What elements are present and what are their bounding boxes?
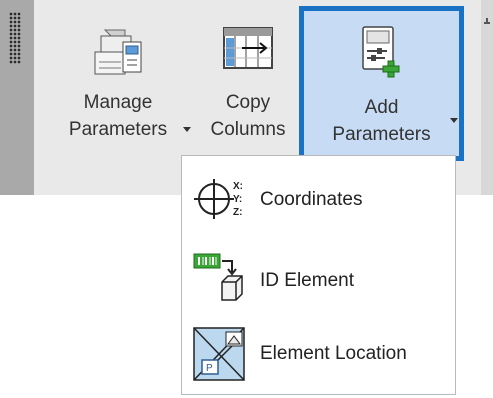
menu-label-id-element: ID Element [260,270,354,291]
copy-label-line1: Copy [225,92,271,113]
add-parameters-menu: X: Y: Z: Coordinates ID Element P Elemen… [181,155,456,395]
add-parameters-icon [359,25,405,86]
panel-grip[interactable] [0,0,34,195]
manage-label-line1: Manage [83,92,153,113]
coord-z-text: Z: [233,207,242,218]
add-label-line2: Parameters [332,124,431,145]
copy-columns-icon [222,22,274,77]
menu-item-coordinates[interactable]: X: Y: Z: Coordinates [182,156,455,232]
copy-columns-button[interactable]: Copy Columns [198,0,298,160]
menu-item-id-element[interactable]: ID Element [182,236,455,312]
manage-parameters-icon [91,22,145,85]
add-dropdown-caret[interactable] [450,118,458,123]
copy-label-line2: Columns [210,119,286,140]
manage-label-line2: Parameters [68,119,168,140]
coord-y-text: Y: [233,194,242,205]
svg-text:P: P [206,363,213,374]
panel-expander[interactable] [481,0,493,195]
menu-item-element-location[interactable]: P Element Location [182,316,455,392]
manage-parameters-button[interactable]: Manage Parameters [58,0,178,160]
menu-label-element-location: Element Location [260,343,407,364]
coordinates-icon: X: Y: Z: [192,176,252,227]
element-location-icon: P [192,326,248,389]
id-element-icon [192,252,254,313]
manage-dropdown-caret[interactable] [183,127,191,132]
add-parameters-button[interactable]: Add Parameters [299,6,464,161]
coord-x-text: X: [233,181,243,192]
add-label-line1: Add [364,97,399,118]
menu-label-coordinates: Coordinates [260,189,363,210]
